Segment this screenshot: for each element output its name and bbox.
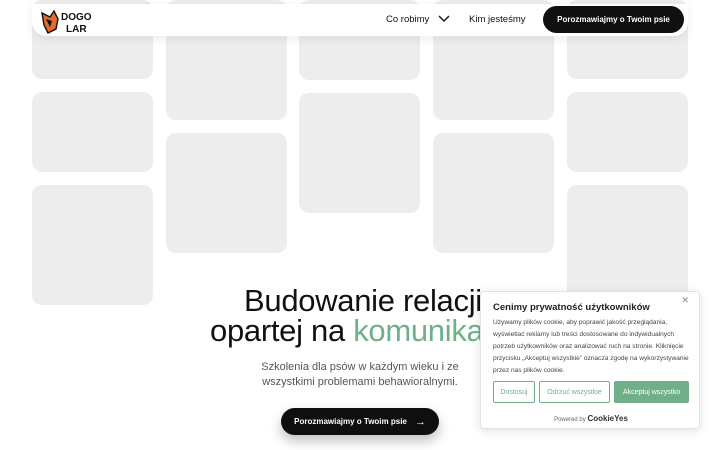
- cookieyes-logo: CookieYes: [587, 414, 628, 423]
- gallery-card: [433, 133, 554, 253]
- hero-subtitle-line2: wszystkimi problemami behawioralnymi.: [262, 376, 458, 388]
- cookieyes-credit[interactable]: Powered by CookieYes: [481, 414, 701, 423]
- hero-subtitle-line1: Szkolenia dla psów w każdym wieku i ze: [261, 361, 459, 373]
- hero-title-line2-start: opartej na: [210, 313, 354, 348]
- hero-title-accent: komunika: [353, 313, 484, 348]
- gallery-card: [567, 92, 688, 172]
- nav-kim-jestesmy[interactable]: Kim jesteśmy: [469, 14, 525, 25]
- gallery-card: [32, 185, 153, 305]
- gallery-card: [567, 185, 688, 305]
- arrow-right-icon: →: [414, 415, 426, 428]
- gallery-card: [32, 92, 153, 172]
- hero-contact-button[interactable]: Porozmawiajmy o Twoim psie →: [281, 408, 439, 435]
- cookie-title: Cenimy prywatność użytkowników: [493, 302, 650, 313]
- customize-button[interactable]: Dostosuj: [493, 381, 535, 403]
- reject-all-button[interactable]: Odrzuć wszystkie: [539, 381, 610, 403]
- accept-all-button[interactable]: Akceptuj wszystko: [614, 381, 689, 403]
- hero-contact-button-label: Porozmawiajmy o Twoim psie: [294, 417, 407, 426]
- powered-by-label: Powered by: [554, 417, 586, 423]
- cookie-description: Używamy plików cookie, aby poprawić jako…: [493, 319, 689, 374]
- hero-title-line2: opartej na komunika: [210, 313, 484, 349]
- nav-co-robimy[interactable]: Co robimy: [386, 14, 429, 25]
- dogolar-logo[interactable]: DOGO LAR: [40, 7, 92, 35]
- top-navbar: DOGO LAR Co robimy Kim jesteśmy Porozmaw…: [32, 4, 688, 36]
- gallery-card: [299, 93, 420, 213]
- chevron-down-icon[interactable]: [438, 14, 450, 24]
- svg-text:LAR: LAR: [66, 24, 87, 35]
- gallery-card: [166, 133, 287, 253]
- svg-text:DOGO: DOGO: [61, 12, 92, 23]
- nav-contact-button[interactable]: Porozmawiajmy o Twoim psie: [543, 6, 684, 33]
- cookie-consent-banner: Cenimy prywatność użytkowników ✕ Używamy…: [480, 291, 700, 429]
- close-icon[interactable]: ✕: [681, 295, 689, 306]
